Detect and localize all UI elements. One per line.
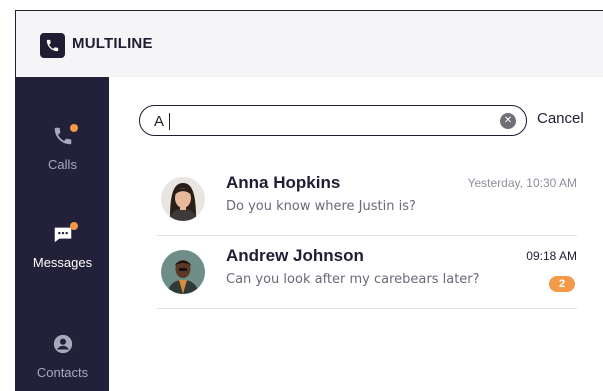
phone-icon <box>51 124 78 149</box>
sidebar-item-messages[interactable]: Messages <box>16 222 109 270</box>
contact-name: Anna Hopkins <box>226 173 341 192</box>
sidebar-item-label: Contacts <box>36 365 89 380</box>
avatar <box>161 250 205 294</box>
avatar <box>161 177 205 221</box>
close-icon: ✕ <box>503 115 513 126</box>
message-preview: Can you look after my carebears later? <box>226 272 480 287</box>
app-window: MULTILINE Calls Messages Contacts A ✕ Ca… <box>15 10 603 391</box>
search-input[interactable] <box>154 111 474 131</box>
message-time: 09:18 AM <box>526 249 577 263</box>
text-caret <box>169 113 170 130</box>
conversation-row[interactable]: Andrew Johnson Can you look after my car… <box>157 236 577 309</box>
notification-dot <box>69 222 78 230</box>
logo-phone-icon <box>40 33 65 58</box>
cancel-button[interactable]: Cancel <box>537 110 584 127</box>
contact-name: Andrew Johnson <box>226 246 364 265</box>
app-header: MULTILINE <box>16 11 603 77</box>
sidebar: Calls Messages Contacts <box>16 77 109 391</box>
top-strip <box>0 0 603 10</box>
message-preview: Do you know where Justin is? <box>226 199 416 214</box>
search-bar[interactable]: ✕ <box>139 105 527 136</box>
clear-search-button[interactable]: ✕ <box>500 113 516 129</box>
sidebar-item-contacts[interactable]: Contacts <box>16 333 109 380</box>
app-title: MULTILINE <box>72 35 153 52</box>
phone-glyph <box>46 39 59 52</box>
sidebar-item-calls[interactable]: Calls <box>16 124 109 172</box>
notification-dot <box>69 124 78 132</box>
message-icon <box>51 222 78 247</box>
main-content: ✕ Cancel Anna Hopkins Do you know where … <box>109 77 603 391</box>
conversation-row[interactable]: Anna Hopkins Do you know where Justin is… <box>157 163 577 236</box>
sidebar-item-label: Calls <box>48 157 77 172</box>
sidebar-item-label: Messages <box>32 255 93 270</box>
message-time: Yesterday, 10:30 AM <box>467 176 577 190</box>
unread-badge: 2 <box>549 276 575 292</box>
user-icon <box>51 333 75 357</box>
